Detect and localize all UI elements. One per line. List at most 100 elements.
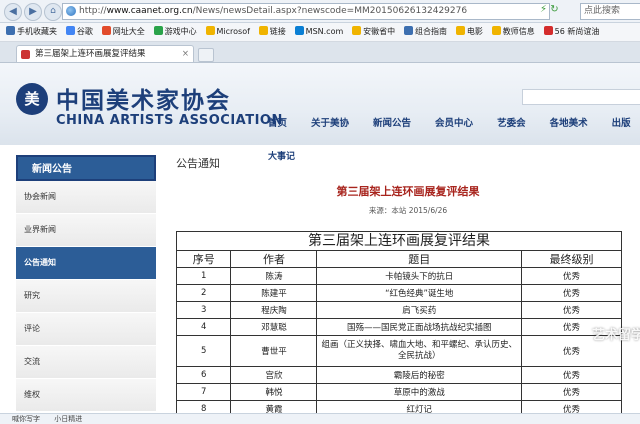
sidebar-item-exchange[interactable]: 交流 bbox=[16, 346, 156, 379]
reload-icon[interactable]: ⚡ ↻ bbox=[540, 4, 559, 15]
cell-author: 陈涛 bbox=[230, 267, 318, 285]
cell-index: 4 bbox=[175, 318, 232, 336]
cell-index: 2 bbox=[175, 284, 232, 302]
table-row: 6 宫欣 霸陵后的秘密 优秀 bbox=[175, 366, 622, 384]
address-bar: ◀ ▶ ⌂ http://www.caanet.org.cn/News/news… bbox=[0, 0, 640, 23]
folder-icon bbox=[258, 26, 268, 35]
globe-icon bbox=[66, 6, 76, 16]
bookmark-item[interactable]: 56 新尚谊油 bbox=[543, 23, 599, 41]
bookmark-item[interactable]: 谷歌 bbox=[65, 23, 93, 41]
forward-icon[interactable]: ▶ bbox=[24, 3, 42, 21]
sidebar-item-review[interactable]: 评论 bbox=[16, 313, 156, 346]
home-icon[interactable]: ⌂ bbox=[44, 3, 62, 21]
nav-item-members[interactable]: 会员中心 bbox=[435, 118, 473, 129]
folder-icon bbox=[455, 26, 465, 35]
site-banner: 美 中国美术家协会 CHINA ARTISTS ASSOCIATION 首页 关于… bbox=[0, 63, 640, 145]
sidebar-item-industry-news[interactable]: 业界新闻 bbox=[16, 214, 156, 247]
status-item[interactable]: 喊你写字 bbox=[12, 415, 40, 423]
close-icon[interactable]: × bbox=[182, 46, 189, 63]
nav-item-about[interactable]: 关于美协 bbox=[311, 118, 349, 129]
bookmark-item[interactable]: 网址大全 bbox=[101, 23, 145, 41]
cell-index: 3 bbox=[175, 301, 232, 319]
bookmark-item[interactable]: 电影 bbox=[455, 23, 483, 41]
cell-level: 优秀 bbox=[521, 284, 622, 302]
cell-title: 霸陵后的秘密 bbox=[316, 366, 523, 384]
cell-author: 曹世平 bbox=[230, 335, 318, 367]
bookmark-item[interactable]: 链接 bbox=[258, 23, 286, 41]
folder-icon bbox=[352, 26, 362, 35]
sidebar-item-research[interactable]: 研究 bbox=[16, 280, 156, 313]
article-source: 来源：本站 2015/6/26 bbox=[368, 206, 448, 215]
logo-icon: 美 bbox=[16, 83, 48, 115]
cell-title: 卡帕镜头下的抗日 bbox=[316, 267, 523, 285]
sidebar-item-association-news[interactable]: 协会新闻 bbox=[16, 181, 156, 214]
table-row: 2 陈建平 “红色经典”诞生地 优秀 bbox=[175, 284, 622, 302]
table-row: 3 程庆陶 肩飞买药 优秀 bbox=[175, 301, 622, 319]
logo-en: CHINA ARTISTS ASSOCIATION bbox=[56, 113, 283, 128]
search-input[interactable]: 点此搜索 bbox=[580, 3, 640, 20]
favicon-icon bbox=[21, 50, 30, 59]
nav-item-regional[interactable]: 各地美术 bbox=[550, 118, 588, 129]
cell-title: 肩飞买药 bbox=[316, 301, 523, 319]
column-header: 最终级别 bbox=[521, 250, 622, 268]
main-nav: 首页 关于美协 新闻公告 会员中心 艺委会 各地美术 出版 bbox=[268, 115, 640, 129]
cell-index: 6 bbox=[175, 366, 232, 384]
nav-item-publish[interactable]: 出版 bbox=[612, 118, 631, 129]
tab-bar: 第三届架上连环画展复评结果 × bbox=[0, 42, 640, 63]
table-row: 7 韩悦 草原中的激战 优秀 bbox=[175, 383, 622, 401]
cell-author: 程庆陶 bbox=[230, 301, 318, 319]
cell-title: 国殇——国民党正面战场抗战纪实插图 bbox=[316, 318, 523, 336]
new-tab-button[interactable] bbox=[198, 48, 214, 62]
results-table: 第三届架上连环画展复评结果 序号 作者 题目 最终级别 1 陈涛 卡帕镜头下的抗… bbox=[175, 231, 622, 413]
cell-author: 陈建平 bbox=[230, 284, 318, 302]
bookmarks-bar: 手机收藏夹 谷歌 网址大全 游戏中心 Microsof 链接 MSN.com 安… bbox=[0, 23, 640, 42]
bookmark-item[interactable]: MSN.com bbox=[294, 23, 343, 41]
sidebar-item-rights[interactable]: 维权 bbox=[16, 379, 156, 412]
cell-author: 邓慧聪 bbox=[230, 318, 318, 336]
cell-index: 5 bbox=[175, 335, 232, 367]
folder-icon bbox=[491, 26, 501, 35]
cell-title: “红色经典”诞生地 bbox=[316, 284, 523, 302]
watermark-text: 艺术留学 bbox=[592, 328, 640, 343]
breadcrumb: 公告通知 bbox=[176, 157, 220, 170]
bookmark-icon bbox=[404, 26, 414, 35]
bookmark-item[interactable]: 手机收藏夹 bbox=[6, 23, 57, 41]
article-title: 第三届架上连环画展复评结果 bbox=[336, 185, 480, 198]
cell-index: 8 bbox=[175, 400, 232, 413]
sidebar-item-notices[interactable]: 公告通知 bbox=[16, 247, 156, 280]
back-icon[interactable]: ◀ bbox=[4, 3, 22, 21]
nav-item-events[interactable]: 大事记 bbox=[268, 149, 295, 162]
nav-item-committee[interactable]: 艺委会 bbox=[497, 118, 526, 129]
table-row: 4 邓慧聪 国殇——国民党正面战场抗战纪实插图 优秀 bbox=[175, 318, 622, 336]
cell-level: 优秀 bbox=[521, 267, 622, 285]
nav-item-home[interactable]: 首页 bbox=[268, 118, 287, 129]
bookmark-item[interactable]: 教师信息 bbox=[491, 23, 535, 41]
cell-author: 黄霞 bbox=[230, 400, 318, 413]
tab-current[interactable]: 第三届架上连环画展复评结果 × bbox=[16, 45, 194, 62]
bookmark-item[interactable]: 组合指南 bbox=[404, 23, 447, 41]
cell-title: 红灯记 bbox=[316, 400, 523, 413]
bookmark-item[interactable]: Microsof bbox=[205, 23, 250, 41]
site-search-input[interactable] bbox=[522, 89, 640, 105]
cell-level: 优秀 bbox=[521, 383, 622, 401]
bookmark-icon bbox=[294, 26, 304, 35]
cell-title: 组画（正义抉择、啸血大地、和平螺纪、承认历史、全民抗战） bbox=[316, 335, 523, 367]
column-header: 序号 bbox=[175, 250, 232, 268]
bookmark-icon bbox=[101, 26, 111, 35]
table-caption: 第三届架上连环画展复评结果 bbox=[176, 231, 622, 250]
nav-item-news[interactable]: 新闻公告 bbox=[373, 118, 411, 129]
cell-level: 优秀 bbox=[521, 301, 622, 319]
bookmark-icon bbox=[65, 26, 75, 35]
status-item[interactable]: 小日精进 bbox=[54, 415, 82, 423]
cell-title: 草原中的激战 bbox=[316, 383, 523, 401]
table-row: 8 黄霞 红灯记 优秀 bbox=[175, 400, 622, 413]
bookmark-item[interactable]: 安徽省中 bbox=[352, 23, 395, 41]
cell-author: 韩悦 bbox=[230, 383, 318, 401]
table-row: 1 陈涛 卡帕镜头下的抗日 优秀 bbox=[175, 267, 622, 285]
table-row: 5 曹世平 组画（正义抉择、啸血大地、和平螺纪、承认历史、全民抗战） 优秀 bbox=[175, 335, 622, 367]
url-field[interactable]: http://www.caanet.org.cn/News/newsDetail… bbox=[62, 3, 550, 20]
bookmark-icon bbox=[543, 26, 553, 35]
bookmark-item[interactable]: 游戏中心 bbox=[153, 23, 197, 41]
column-header: 题目 bbox=[316, 250, 523, 268]
status-bar: 喊你写字 小日精进 bbox=[0, 413, 640, 424]
